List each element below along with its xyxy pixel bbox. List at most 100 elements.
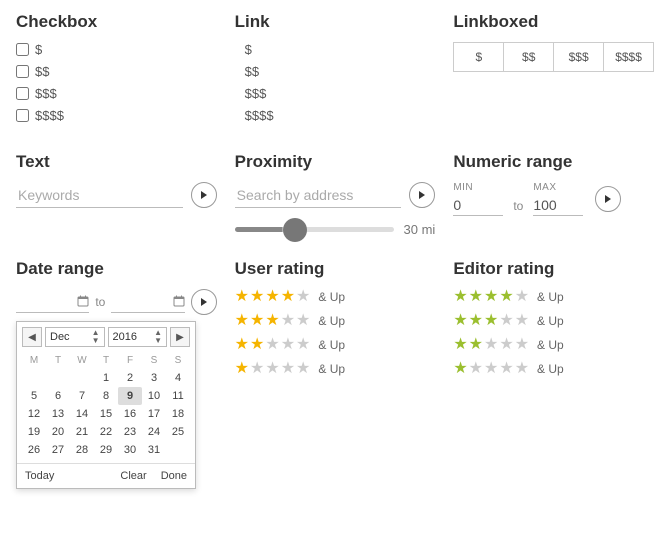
linkboxed-row: $$$$$$$$$$ <box>453 42 654 72</box>
checkbox-input[interactable] <box>16 109 29 122</box>
text-submit-button[interactable] <box>191 182 217 208</box>
calendar-day[interactable]: 25 <box>166 423 190 441</box>
calendar-day[interactable]: 17 <box>142 405 166 423</box>
calendar-day[interactable]: 14 <box>70 405 94 423</box>
rating-suffix: & Up <box>318 338 345 352</box>
play-icon <box>603 194 613 204</box>
star-icon: ★ <box>281 313 295 329</box>
linkboxed-option[interactable]: $ <box>454 43 504 71</box>
distance-slider[interactable]: 30 mi <box>235 222 436 237</box>
year-select[interactable]: 2016 ▲▼ <box>108 327 168 347</box>
calendar-day[interactable]: 10 <box>142 387 166 405</box>
star-icon: ★ <box>235 337 249 353</box>
calendar-day[interactable]: 30 <box>118 441 142 459</box>
address-input[interactable] <box>235 183 402 208</box>
link-option[interactable]: $$ <box>235 64 436 79</box>
calendar-day[interactable]: 27 <box>46 441 70 459</box>
max-input[interactable] <box>533 195 583 216</box>
linkboxed-option[interactable]: $$$$ <box>604 43 653 71</box>
star-icon: ★ <box>453 289 467 305</box>
stars: ★★★★★ <box>235 313 311 329</box>
proximity-title: Proximity <box>235 152 436 172</box>
rating-option[interactable]: ★★★★★& Up <box>235 337 436 353</box>
rating-option[interactable]: ★★★★★ & Up <box>235 313 436 329</box>
link-option[interactable]: $ <box>235 42 436 57</box>
checkbox-input[interactable] <box>16 65 29 78</box>
calendar-day[interactable]: 20 <box>46 423 70 441</box>
distance-label: 30 mi <box>404 222 436 237</box>
star-icon: ★ <box>469 361 483 377</box>
linkboxed-option[interactable]: $$$ <box>554 43 604 71</box>
rating-option[interactable]: ★★★★★& Up <box>235 289 436 305</box>
calendar-day[interactable]: 31 <box>142 441 166 459</box>
rating-option[interactable]: ★★★★★& Up <box>453 289 654 305</box>
star-icon: ★ <box>281 337 295 353</box>
star-icon: ★ <box>469 289 483 305</box>
play-icon <box>199 190 209 200</box>
prev-month-button[interactable]: ◀ <box>22 327 42 347</box>
calendar-day[interactable]: 24 <box>142 423 166 441</box>
star-icon: ★ <box>515 361 529 377</box>
calendar-day[interactable]: 23 <box>118 423 142 441</box>
calendar-dow: T <box>46 352 70 369</box>
rating-option[interactable]: ★★★★★& Up <box>453 361 654 377</box>
checkbox-option[interactable]: $$ <box>16 64 217 79</box>
checkbox-input[interactable] <box>16 87 29 100</box>
rating-suffix: & Up <box>318 314 345 328</box>
calendar-day[interactable]: 19 <box>22 423 46 441</box>
play-icon <box>417 190 427 200</box>
calendar-icon[interactable] <box>173 295 185 310</box>
calendar-day[interactable]: 2 <box>118 369 142 387</box>
checkbox-option[interactable]: $ <box>16 42 217 57</box>
done-button[interactable]: Done <box>161 470 187 482</box>
calendar-day[interactable]: 21 <box>70 423 94 441</box>
proximity-submit-button[interactable] <box>409 182 435 208</box>
calendar-day[interactable]: 1 <box>94 369 118 387</box>
next-month-button[interactable]: ▶ <box>170 327 190 347</box>
checkbox-option[interactable]: $$$$ <box>16 108 217 123</box>
calendar-day[interactable]: 26 <box>22 441 46 459</box>
calendar-day[interactable]: 8 <box>94 387 118 405</box>
star-icon: ★ <box>296 337 310 353</box>
calendar-day[interactable]: 6 <box>46 387 70 405</box>
calendar-day[interactable]: 13 <box>46 405 70 423</box>
rating-option[interactable]: ★★★★★& Up <box>235 361 436 377</box>
numeric-title: Numeric range <box>453 152 654 172</box>
calendar-day[interactable]: 5 <box>22 387 46 405</box>
month-select[interactable]: Dec ▲▼ <box>45 327 105 347</box>
calendar-day[interactable]: 16 <box>118 405 142 423</box>
checkbox-input[interactable] <box>16 43 29 56</box>
checkbox-option[interactable]: $$$ <box>16 86 217 101</box>
calendar-day[interactable]: 12 <box>22 405 46 423</box>
link-option[interactable]: $$$ <box>235 86 436 101</box>
star-icon: ★ <box>484 313 498 329</box>
calendar-day[interactable]: 11 <box>166 387 190 405</box>
rating-option[interactable]: ★★★★★& Up <box>453 337 654 353</box>
rating-option[interactable]: ★★★★★& Up <box>453 313 654 329</box>
calendar-day[interactable]: 4 <box>166 369 190 387</box>
keywords-input[interactable] <box>16 183 183 208</box>
calendar-day[interactable]: 28 <box>70 441 94 459</box>
rating-suffix: & Up <box>537 314 564 328</box>
calendar-day[interactable]: 29 <box>94 441 118 459</box>
min-input[interactable] <box>453 195 503 216</box>
slider-thumb[interactable] <box>283 218 307 242</box>
calendar-day[interactable]: 9 <box>118 387 142 405</box>
calendar-grid: MTWTFSS 12345678910111213141516171819202… <box>22 352 190 459</box>
daterange-submit-button[interactable] <box>191 289 217 315</box>
linkboxed-option[interactable]: $$ <box>504 43 554 71</box>
today-button[interactable]: Today <box>25 470 54 482</box>
calendar-day[interactable]: 3 <box>142 369 166 387</box>
clear-button[interactable]: Clear <box>120 470 146 482</box>
calendar-day[interactable]: 18 <box>166 405 190 423</box>
calendar-day[interactable]: 15 <box>94 405 118 423</box>
numeric-submit-button[interactable] <box>595 186 621 212</box>
min-label: MIN <box>453 182 503 193</box>
link-option[interactable]: $$$$ <box>235 108 436 123</box>
calendar-icon[interactable] <box>77 295 89 310</box>
calendar-day[interactable]: 22 <box>94 423 118 441</box>
numeric-to: to <box>513 199 523 216</box>
calendar-dow: S <box>166 352 190 369</box>
calendar-day[interactable]: 7 <box>70 387 94 405</box>
daterange-section: Date range to ◀ D <box>16 259 217 489</box>
